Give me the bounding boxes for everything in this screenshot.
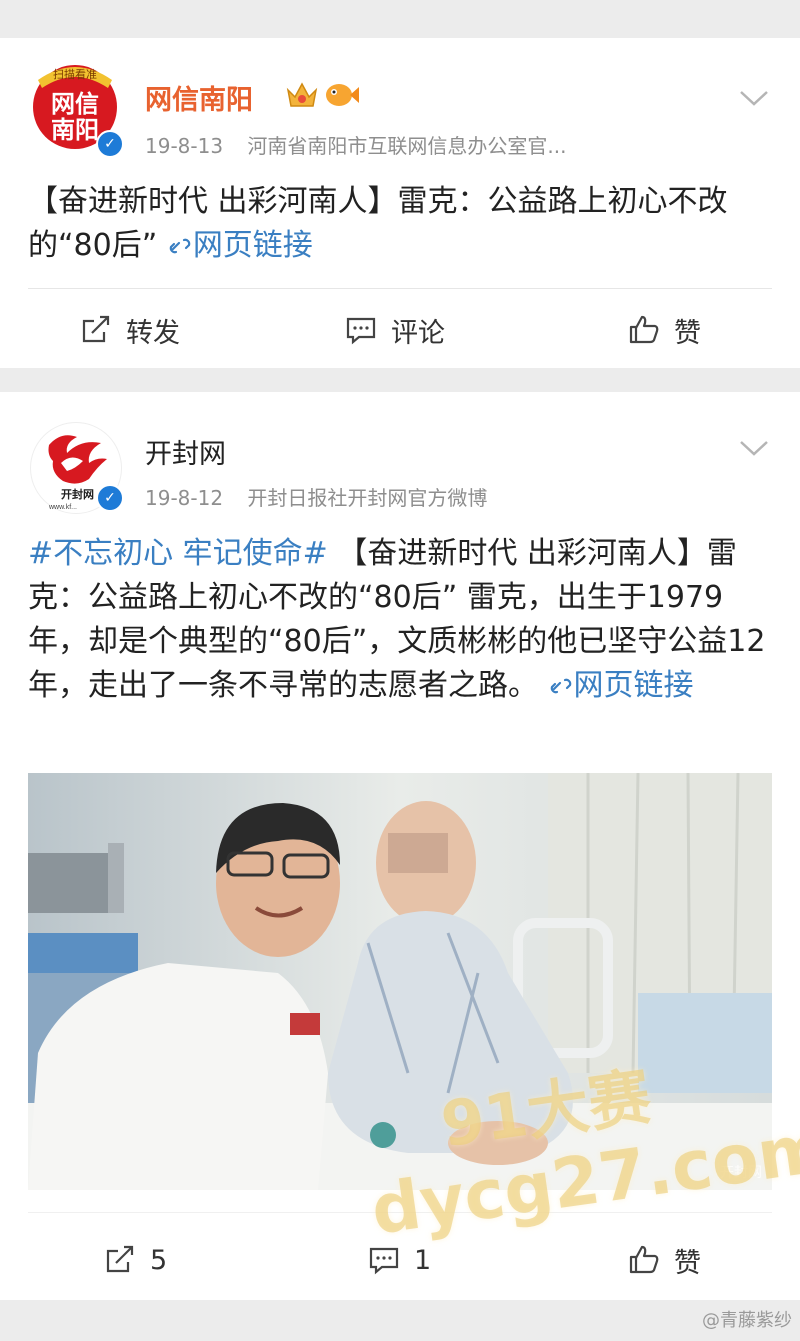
like-button[interactable]: 赞	[628, 1230, 701, 1290]
crown-badge-icon	[286, 82, 318, 107]
link-icon	[550, 678, 571, 694]
comment-count: 1	[414, 1244, 432, 1276]
repost-button[interactable]: 5	[104, 1230, 167, 1290]
like-label: 赞	[674, 1247, 701, 1279]
verified-icon: ✓	[96, 130, 124, 158]
comment-icon	[346, 317, 376, 345]
repost-label: 转发	[126, 317, 180, 349]
username[interactable]: 网信南阳	[145, 78, 253, 117]
avatar-url-text: www.kf...	[48, 504, 77, 511]
post-meta: 19-8-13 河南省南阳市互联网信息办公室官...	[145, 130, 567, 159]
footer-watermark: @青藤紫纱	[702, 1310, 792, 1331]
post-text: 【奋进新时代 出彩河南人】雷克：公益路上初心不改的“80后” 网页链接	[28, 180, 773, 268]
post-date: 19-8-13	[145, 134, 224, 158]
repost-icon	[106, 1245, 134, 1273]
post-text: #不忘初心 牢记使命# 【奋进新时代 出彩河南人】雷克：公益路上初心不改的“80…	[28, 532, 773, 708]
post-body: 【奋进新时代 出彩河南人】雷克：公益路上初心不改的“80后”	[28, 184, 728, 263]
post-date: 19-8-12	[145, 486, 224, 510]
like-icon	[629, 315, 659, 344]
svg-text:南阳: 南阳	[51, 116, 99, 144]
post-meta: 19-8-12 开封日报社开封网官方微博	[145, 482, 487, 511]
repost-icon	[82, 315, 110, 343]
avatar-name-text: 开封网	[61, 487, 94, 501]
comment-button[interactable]: 评论	[345, 300, 445, 360]
post-source: 开封日报社开封网官方微博	[247, 486, 488, 510]
repost-count: 5	[150, 1244, 168, 1276]
action-bar: 转发 评论 赞	[0, 300, 800, 360]
divider	[28, 288, 772, 289]
post-photo[interactable]: 开封网	[28, 773, 772, 1190]
chevron-down-icon[interactable]	[738, 438, 770, 458]
fish-badge-icon	[326, 84, 359, 106]
username[interactable]: 开封网	[145, 432, 226, 471]
chevron-down-icon[interactable]	[738, 88, 770, 108]
like-icon	[629, 1245, 659, 1274]
post-source: 河南省南阳市互联网信息办公室官...	[247, 134, 567, 158]
post-card: 扫描看准 网信 南阳 ✓ 网信南阳 19-8-13 河南省南阳市互联网信息办公室…	[0, 38, 800, 368]
avatar-banner-text: 扫描看准	[53, 67, 97, 81]
web-link[interactable]: 网页链接	[167, 228, 313, 263]
web-link[interactable]: 网页链接	[548, 668, 694, 703]
like-label: 赞	[674, 317, 701, 349]
hospital-photo	[28, 773, 772, 1190]
repost-button[interactable]: 转发	[80, 300, 180, 360]
svg-text:网信: 网信	[51, 90, 99, 118]
web-link-label: 网页链接	[573, 668, 694, 703]
link-icon	[169, 238, 191, 254]
hashtag-link[interactable]: #不忘初心 牢记使命#	[28, 536, 328, 571]
verified-icon: ✓	[96, 484, 124, 512]
web-link-label: 网页链接	[192, 228, 313, 263]
comment-label: 评论	[391, 317, 445, 349]
like-button[interactable]: 赞	[628, 300, 701, 360]
